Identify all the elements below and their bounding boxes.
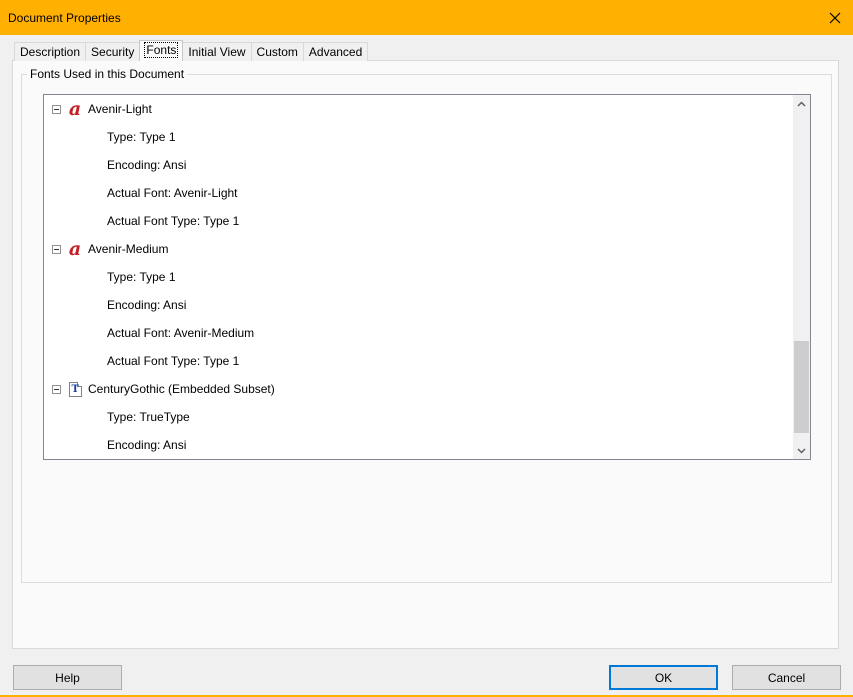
scroll-thumb[interactable] [794, 341, 809, 433]
scroll-up-button[interactable] [793, 95, 810, 112]
tab-fonts[interactable]: Fonts [139, 40, 184, 61]
tab-label: Security [91, 45, 135, 59]
font-detail-text: Type: Type 1 [107, 130, 176, 144]
close-button[interactable] [817, 0, 853, 35]
font-detail-text: Actual Font Type: Type 1 [107, 214, 240, 228]
ok-button[interactable]: OK [609, 665, 718, 690]
type1-font-icon: a [68, 98, 82, 120]
chevron-down-icon [797, 447, 806, 454]
font-tree[interactable]: a Avenir-Light Type: Type 1 Encoding: An… [43, 94, 811, 460]
type1-font-icon: a [68, 238, 82, 260]
chevron-up-icon [797, 100, 806, 107]
tab-label: Custom [256, 45, 298, 59]
tab-security[interactable]: Security [85, 42, 141, 61]
tab-initial-view[interactable]: Initial View [182, 42, 252, 61]
collapse-icon[interactable] [52, 245, 61, 254]
font-node-avenir-medium[interactable]: a Avenir-Medium [44, 239, 784, 259]
tab-label: Description [20, 45, 81, 59]
window-title: Document Properties [8, 11, 121, 25]
scroll-down-button[interactable] [793, 442, 810, 459]
tab-custom[interactable]: Custom [250, 42, 304, 61]
font-detail-text: Actual Font: Avenir-Medium [107, 326, 255, 340]
help-button[interactable]: Help [13, 665, 122, 690]
font-detail-text: Actual Font Type: Type 1 [107, 354, 240, 368]
font-detail-text: Encoding: Ansi [107, 158, 187, 172]
tab-label: Advanced [308, 45, 363, 59]
font-detail-text: Actual Font: Avenir-Light [107, 186, 238, 200]
tab-strip: Description Security Fonts Initial View … [14, 40, 369, 61]
close-icon [829, 12, 841, 23]
truetype-font-icon: T [66, 380, 84, 398]
collapse-icon[interactable] [52, 105, 61, 114]
font-detail-text: Type: Type 1 [107, 270, 176, 284]
font-detail-text: Encoding: Ansi [107, 298, 187, 312]
font-detail-text: Type: TrueType [107, 410, 190, 424]
tab-advanced[interactable]: Advanced [302, 42, 369, 61]
font-name: Avenir-Medium [88, 242, 169, 256]
tab-label: Initial View [188, 45, 246, 59]
font-name: Avenir-Light [88, 102, 152, 116]
title-bar: Document Properties [0, 0, 853, 35]
font-node-centurygothic[interactable]: T CenturyGothic (Embedded Subset) [44, 379, 784, 399]
vertical-scrollbar[interactable] [793, 95, 810, 459]
tab-label: Fonts [144, 42, 179, 58]
font-name: CenturyGothic (Embedded Subset) [88, 382, 275, 396]
font-node-avenir-light[interactable]: a Avenir-Light [44, 99, 784, 119]
tab-description[interactable]: Description [14, 42, 87, 61]
cancel-button[interactable]: Cancel [732, 665, 841, 690]
collapse-icon[interactable] [52, 385, 61, 394]
font-detail-text: Encoding: Ansi [107, 438, 187, 452]
fonts-group-legend: Fonts Used in this Document [27, 67, 188, 81]
